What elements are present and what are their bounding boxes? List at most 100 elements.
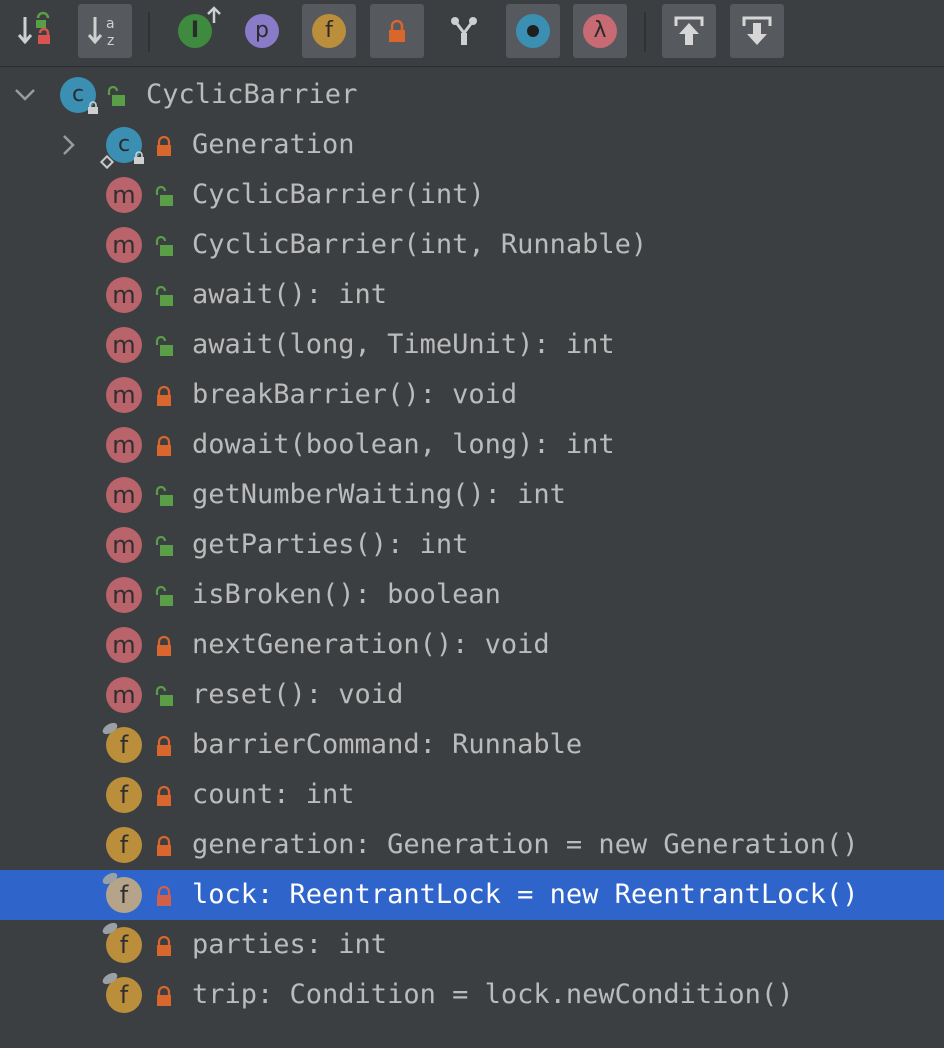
sort-alphabetically-button[interactable]: a z (78, 4, 132, 58)
tree-item-field[interactable]: f parties: int (0, 920, 944, 970)
tree-item-label: breakBarrier(): void (192, 379, 518, 410)
final-field-icon: f (100, 870, 142, 913)
tree-item-field-selected[interactable]: f lock: ReentrantLock = new ReentrantLoc… (0, 870, 944, 920)
tree-item-label: reset(): void (192, 679, 404, 710)
hierarchy-icon (451, 17, 477, 45)
show-anonymous-classes-button[interactable] (506, 4, 560, 58)
expand-all-button[interactable] (662, 4, 716, 58)
method-icon: m (106, 277, 142, 313)
method-icon: m (106, 377, 142, 413)
structure-toolbar: a z I p f λ (0, 0, 944, 67)
tree-item-label: parties: int (192, 929, 388, 960)
field-icon: f (106, 777, 142, 813)
tree-item-field[interactable]: f barrierCommand: Runnable (0, 720, 944, 770)
method-icon: m (106, 227, 142, 263)
property-icon: p (245, 14, 279, 48)
tree-item-method[interactable]: m CyclicBarrier(int, Runnable) (0, 220, 944, 270)
tree-item-label: generation: Generation = new Generation(… (192, 829, 859, 860)
public-lock-icon (107, 85, 125, 106)
tree-item-field[interactable]: f trip: Condition = lock.newCondition() (0, 970, 944, 1020)
tree-item-field[interactable]: f generation: Generation = new Generatio… (0, 820, 944, 870)
lambda-icon: λ (583, 14, 617, 48)
tree-item-method[interactable]: m getNumberWaiting(): int (0, 470, 944, 520)
tree-item-label: CyclicBarrier(int, Runnable) (192, 229, 648, 260)
field-icon: f (312, 14, 346, 48)
tree-item-label: isBroken(): boolean (192, 579, 501, 610)
method-icon: m (106, 477, 142, 513)
tree-item-generation[interactable]: c Generation (0, 120, 944, 170)
tree-item-method[interactable]: m await(): int (0, 270, 944, 320)
method-icon: m (106, 527, 142, 563)
class-icon: c (60, 77, 98, 114)
public-lock-icon (155, 285, 173, 306)
private-lock-icon (157, 935, 171, 956)
sort-alpha-icon: a z (87, 16, 115, 49)
lock-icon (389, 19, 405, 42)
tree-item-method[interactable]: m reset(): void (0, 670, 944, 720)
method-icon: m (106, 677, 142, 713)
public-lock-icon (155, 535, 173, 556)
collapse-down-icon (742, 16, 772, 45)
public-lock-icon (155, 335, 173, 356)
tree-item-label: barrierCommand: Runnable (192, 729, 583, 760)
anonymous-class-icon (516, 14, 550, 48)
svg-text:z: z (107, 33, 114, 49)
show-inherited-members-button[interactable] (437, 4, 491, 58)
tree-item-field[interactable]: f count: int (0, 770, 944, 820)
tree-item-label: Generation (192, 129, 355, 160)
show-fields-button[interactable]: f (302, 4, 356, 58)
method-icon: m (106, 427, 142, 463)
private-lock-icon (157, 435, 171, 456)
private-lock-icon (157, 835, 171, 856)
inherited-icon: I (178, 6, 221, 48)
tree-item-label: CyclicBarrier(int) (192, 179, 485, 210)
chevron-right-icon[interactable] (54, 120, 84, 170)
tree-item-method[interactable]: m isBroken(): boolean (0, 570, 944, 620)
show-lambdas-button[interactable]: λ (573, 4, 627, 58)
private-lock-icon (157, 735, 171, 756)
tree-item-label: getParties(): int (192, 529, 469, 560)
show-non-public-button[interactable] (370, 4, 424, 58)
public-lock-icon (155, 485, 173, 506)
svg-text:a: a (106, 16, 115, 32)
private-lock-icon (157, 635, 171, 656)
toolbar-separator (148, 12, 150, 52)
final-field-icon: f (100, 970, 142, 1013)
private-lock-icon (157, 885, 171, 906)
show-inherited-button[interactable]: I (168, 4, 222, 58)
tree-item-method[interactable]: m breakBarrier(): void (0, 370, 944, 420)
tree-item-method[interactable]: m nextGeneration(): void (0, 620, 944, 670)
field-icon: f (106, 827, 142, 863)
show-properties-button[interactable]: p (235, 4, 289, 58)
sort-by-visibility-button[interactable] (8, 4, 62, 58)
chevron-down-icon[interactable] (10, 70, 40, 120)
tree-item-label: getNumberWaiting(): int (192, 479, 566, 510)
toolbar-separator (644, 12, 646, 52)
tree-item-label: nextGeneration(): void (192, 629, 550, 660)
public-lock-icon (155, 585, 173, 606)
collapse-all-button[interactable] (730, 4, 784, 58)
tree-item-method[interactable]: m dowait(boolean, long): int (0, 420, 944, 470)
private-lock-icon (157, 785, 171, 806)
tree-item-label: dowait(boolean, long): int (192, 429, 615, 460)
method-icon: m (106, 177, 142, 213)
public-lock-icon (155, 235, 173, 256)
tree-root-label: CyclicBarrier (146, 79, 358, 110)
public-lock-icon (155, 685, 173, 706)
tree-item-method[interactable]: m await(long, TimeUnit): int (0, 320, 944, 370)
tree-item-label: lock: ReentrantLock = new ReentrantLock(… (192, 879, 859, 910)
tree-item-label: await(): int (192, 279, 388, 310)
final-field-icon: f (100, 720, 142, 763)
private-lock-icon (157, 385, 171, 406)
tree-item-label: await(long, TimeUnit): int (192, 329, 615, 360)
expand-up-icon (674, 16, 704, 45)
method-icon: m (106, 577, 142, 613)
tree-item-method[interactable]: m getParties(): int (0, 520, 944, 570)
tree-root-row[interactable]: c CyclicBarrier (0, 70, 944, 120)
sort-visibility-icon (17, 11, 50, 45)
tree-item-label: count: int (192, 779, 355, 810)
method-icon: m (106, 627, 142, 663)
tree-item-method[interactable]: m CyclicBarrier(int) (0, 170, 944, 220)
method-icon: m (106, 327, 142, 363)
inner-class-icon: c (99, 127, 144, 170)
